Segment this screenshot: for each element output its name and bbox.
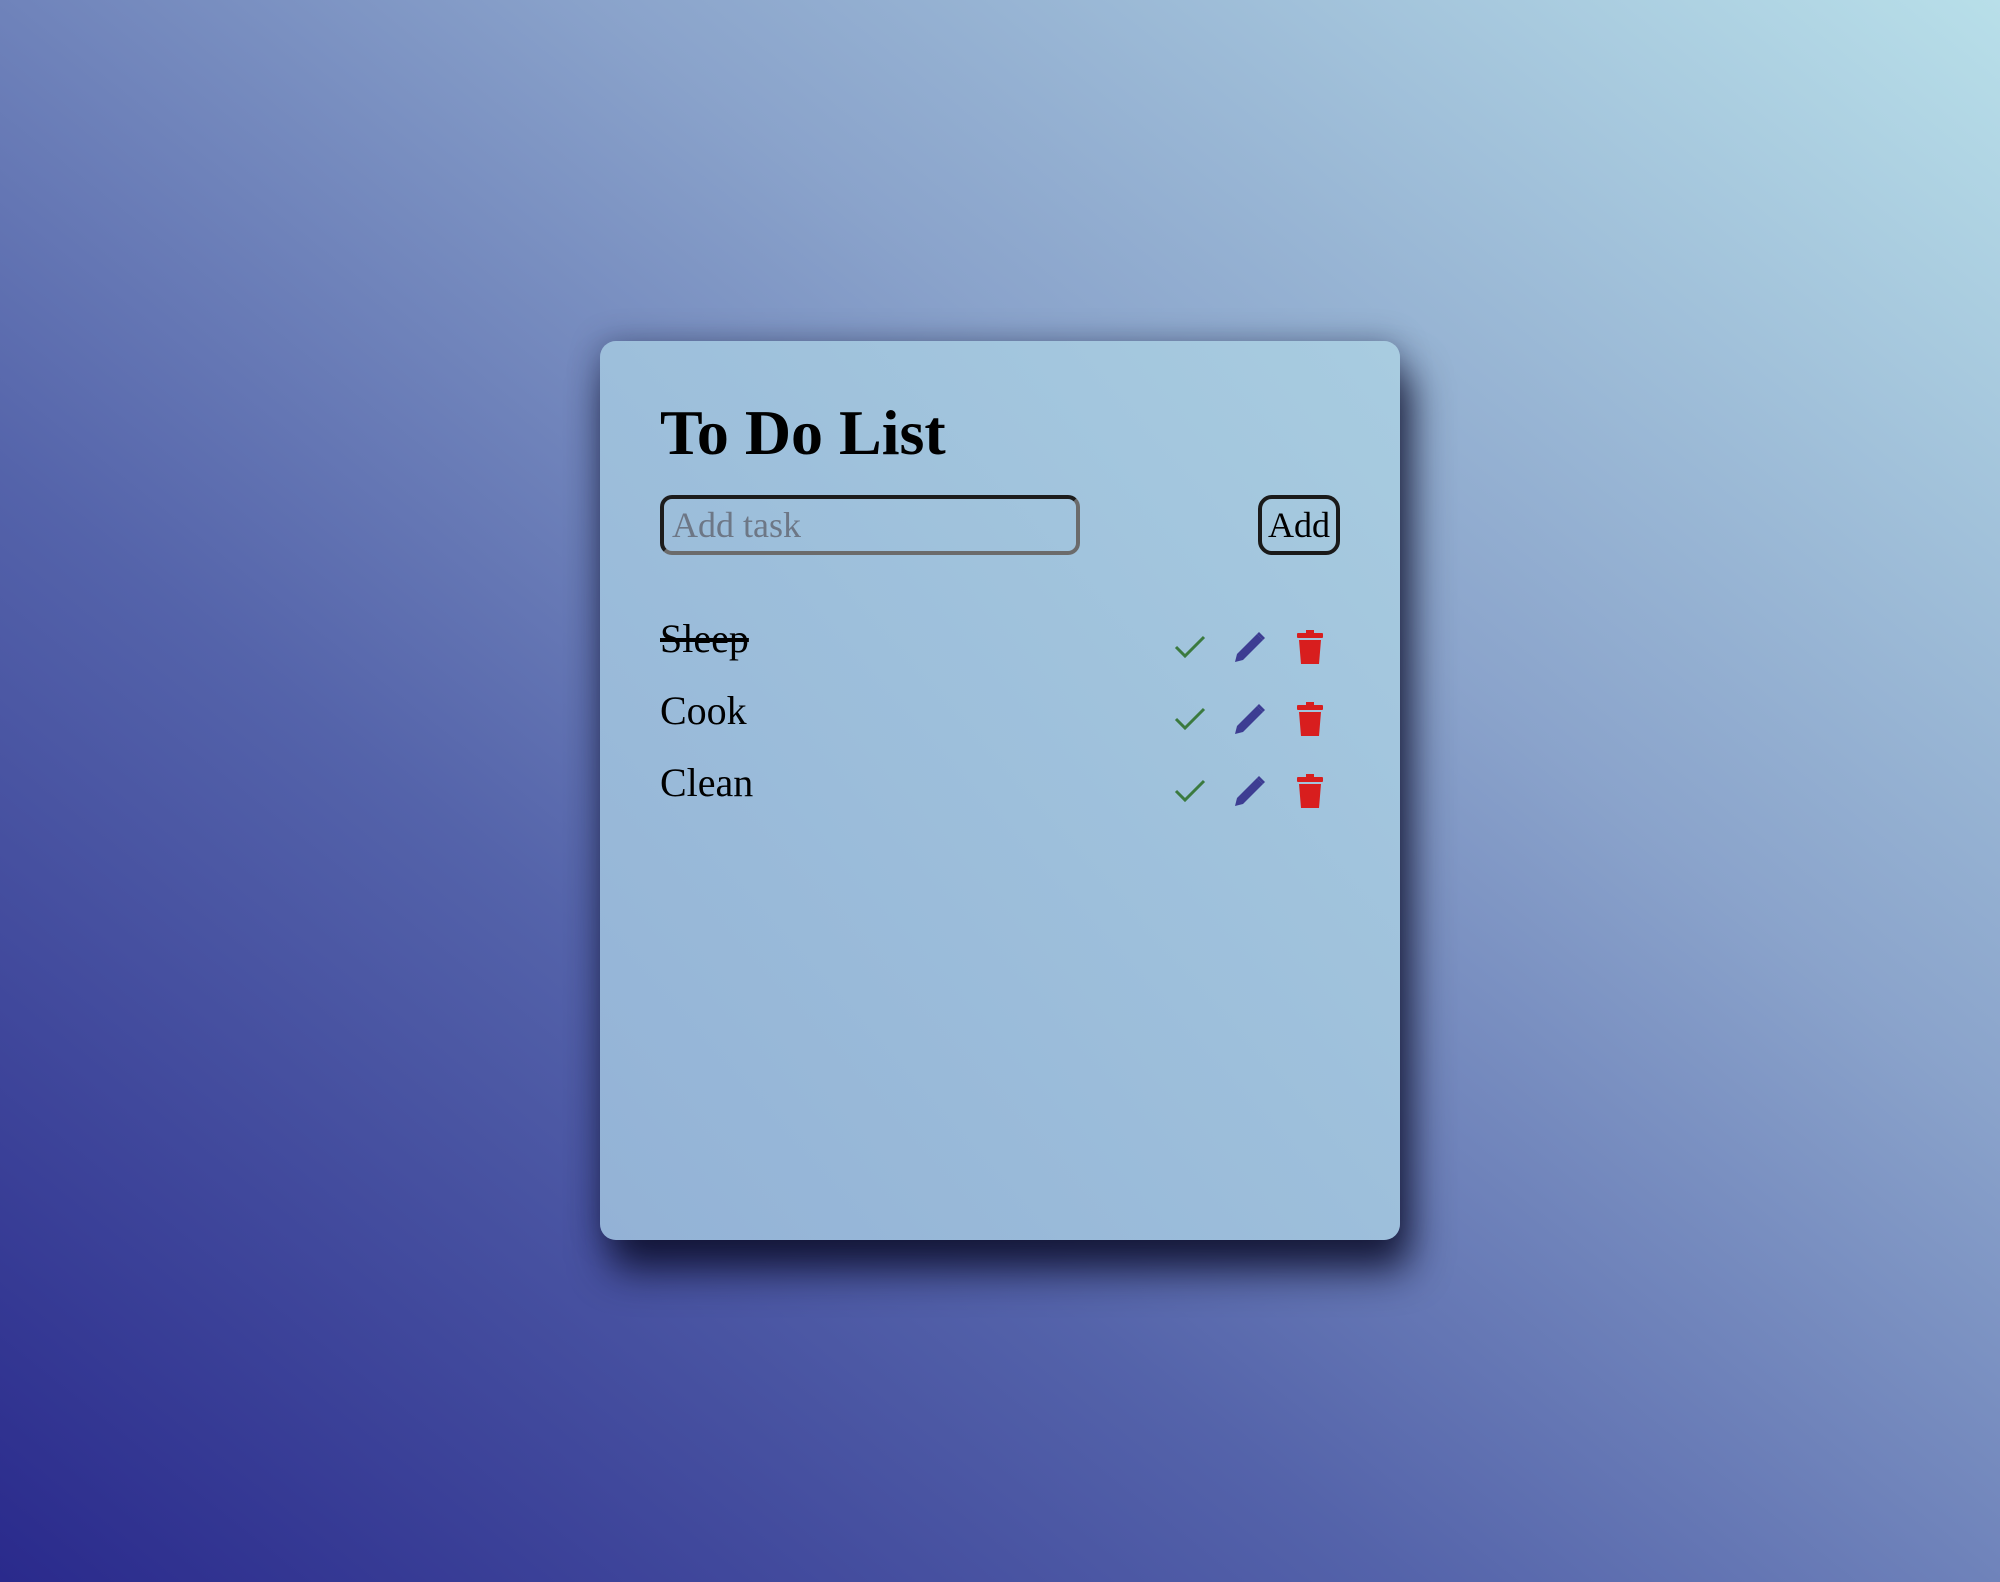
task-text: Cook [660, 688, 747, 733]
add-task-input[interactable] [660, 495, 1080, 555]
task-text: Sleep [660, 616, 749, 661]
todo-card: To Do List Add Sleep Cook [600, 341, 1400, 1240]
trash-icon[interactable] [1290, 627, 1330, 667]
task-item: Sleep [660, 611, 1323, 683]
check-icon[interactable] [1170, 771, 1210, 811]
page-title: To Do List [660, 397, 946, 468]
task-text: Clean [660, 760, 754, 805]
check-icon[interactable] [1170, 699, 1210, 739]
check-icon[interactable] [1170, 627, 1210, 667]
pencil-icon[interactable] [1230, 699, 1270, 739]
trash-icon[interactable] [1290, 699, 1330, 739]
pencil-icon[interactable] [1230, 771, 1270, 811]
task-item: Clean [660, 755, 1323, 827]
task-item: Cook [660, 683, 1323, 755]
task-list: Sleep Cook Clean [660, 611, 1323, 827]
trash-icon[interactable] [1290, 771, 1330, 811]
add-button[interactable]: Add [1258, 495, 1340, 555]
pencil-icon[interactable] [1230, 627, 1270, 667]
